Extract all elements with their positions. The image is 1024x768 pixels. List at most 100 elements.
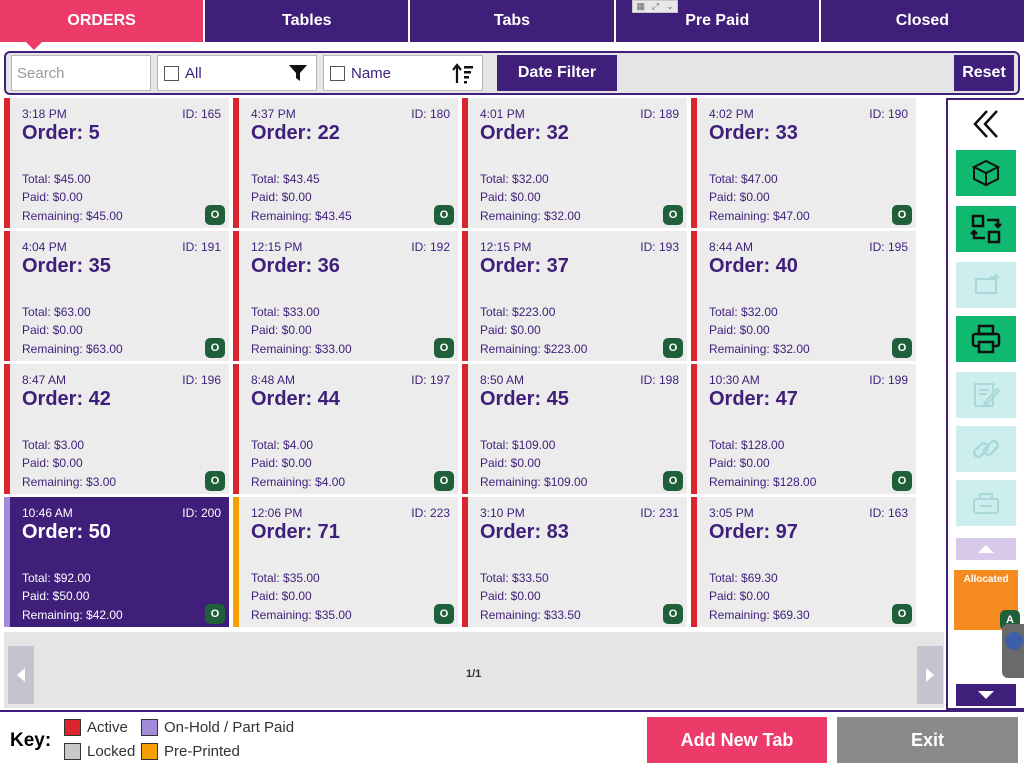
swap-icon: [975, 273, 1000, 294]
collapse-sidebar-button[interactable]: [956, 102, 1016, 146]
order-card[interactable]: 4:04 PM ID: 191 Order: 35 Total: $63.00 Paid…: [4, 231, 229, 361]
order-card[interactable]: 4:01 PM ID: 189 Order: 32 Total: $32.00 Paid…: [462, 98, 687, 228]
scroll-up-button[interactable]: [956, 538, 1016, 560]
window-grip-handle[interactable]: ▦ ⤢ ⌄: [632, 0, 678, 13]
tab-tables[interactable]: Tables: [205, 0, 411, 42]
chevron-right-icon: [926, 668, 934, 682]
order-time: 12:15 PM: [480, 240, 532, 254]
legend-swatch-on-hold: [141, 719, 158, 736]
order-status-badge: O: [434, 471, 454, 491]
order-card[interactable]: 10:46 AM ID: 200 Order: 50 Total: $92.00 Pai…: [4, 497, 229, 627]
order-remaining: Remaining: $33.00: [251, 342, 352, 356]
order-paid: Paid: $0.00: [480, 589, 541, 603]
status-filter-select[interactable]: All: [157, 55, 317, 91]
order-time: 4:01 PM: [480, 107, 525, 121]
print-button[interactable]: [956, 316, 1016, 362]
order-number: Order: 97: [709, 521, 798, 543]
chevron-down-icon: ⌄: [665, 1, 674, 11]
order-number: Order: 83: [480, 521, 569, 543]
order-number: Order: 36: [251, 255, 340, 277]
order-id: ID: 198: [640, 373, 679, 387]
order-grid: 3:18 PM ID: 165 Order: 5 Total: $45.00 Paid:…: [4, 98, 924, 630]
order-id: ID: 180: [411, 107, 450, 121]
order-card[interactable]: 12:06 PM ID: 223 Order: 71 Total: $35.00 Pai…: [233, 497, 458, 627]
order-status-badge: O: [892, 604, 912, 624]
order-paid: Paid: $0.00: [480, 456, 541, 470]
legend-item-pre-printed: Pre-Printed: [141, 743, 240, 760]
order-id: ID: 189: [640, 107, 679, 121]
order-remaining: Remaining: $32.00: [709, 342, 810, 356]
search-input[interactable]: [11, 55, 151, 91]
order-total: Total: $47.00: [709, 172, 778, 186]
order-card[interactable]: 3:18 PM ID: 165 Order: 5 Total: $45.00 Paid:…: [4, 98, 229, 228]
side-drawer-handle[interactable]: [1002, 624, 1024, 678]
swap-tab-button[interactable]: [956, 262, 1016, 308]
exit-button[interactable]: Exit: [837, 717, 1018, 763]
transfer-icon: [970, 214, 1002, 244]
order-card[interactable]: 8:44 AM ID: 195 Order: 40 Total: $32.00 Paid…: [691, 231, 916, 361]
select-all-checkbox[interactable]: [164, 65, 179, 81]
order-time: 12:06 PM: [251, 506, 303, 520]
legend-label: Pre-Printed: [164, 743, 240, 760]
printer-icon: [971, 324, 1001, 354]
order-card[interactable]: 8:50 AM ID: 198 Order: 45 Total: $109.00 Pai…: [462, 364, 687, 494]
order-card[interactable]: 3:10 PM ID: 231 Order: 83 Total: $33.50 Paid…: [462, 497, 687, 627]
sort-label: Name: [351, 64, 392, 82]
order-status-badge: O: [663, 205, 683, 225]
order-status-badge: O: [663, 604, 683, 624]
cash-register-icon: [973, 493, 999, 514]
transfer-button[interactable]: [956, 206, 1016, 252]
order-time: 4:37 PM: [251, 107, 296, 121]
order-paid: Paid: $0.00: [480, 323, 541, 337]
order-status-badge: O: [892, 205, 912, 225]
order-paid: Paid: $0.00: [709, 190, 770, 204]
tab-tabs[interactable]: Tabs: [410, 0, 616, 42]
order-total: Total: $3.00: [22, 438, 85, 452]
tab-orders[interactable]: ORDERS: [0, 0, 206, 50]
add-new-tab-button[interactable]: Add New Tab: [647, 717, 827, 763]
order-card[interactable]: 12:15 PM ID: 192 Order: 36 Total: $33.00 Pai…: [233, 231, 458, 361]
order-remaining: Remaining: $3.00: [22, 475, 117, 489]
order-card[interactable]: 4:37 PM ID: 180 Order: 22 Total: $43.45 Paid…: [233, 98, 458, 228]
open-box-button[interactable]: [956, 150, 1016, 196]
order-card[interactable]: 4:02 PM ID: 190 Order: 33 Total: $47.00 Paid…: [691, 98, 916, 228]
prev-page-button[interactable]: [8, 646, 34, 704]
date-filter-button[interactable]: Date Filter: [497, 55, 617, 91]
order-remaining: Remaining: $47.00: [709, 209, 810, 223]
double-chevron-left-icon: [973, 110, 998, 138]
link-button[interactable]: [956, 426, 1016, 472]
order-number: Order: 22: [251, 122, 340, 144]
order-remaining: Remaining: $4.00: [251, 475, 346, 489]
order-card[interactable]: 3:05 PM ID: 163 Order: 97 Total: $69.30 Paid…: [691, 497, 916, 627]
order-remaining: Remaining: $63.00: [22, 342, 123, 356]
order-card[interactable]: 10:30 AM ID: 199 Order: 47 Total: $128.00 Pa…: [691, 364, 916, 494]
order-id: ID: 163: [869, 506, 908, 520]
sort-checkbox[interactable]: [330, 65, 345, 81]
tab-closed[interactable]: Closed: [820, 0, 1024, 42]
sort-icon: [452, 63, 473, 84]
order-total: Total: $92.00: [22, 571, 91, 585]
order-status-badge: O: [205, 338, 225, 358]
reset-button[interactable]: Reset: [954, 55, 1014, 91]
scroll-down-button[interactable]: [956, 684, 1016, 706]
status-filter-label: All: [185, 64, 202, 82]
order-status-badge: O: [434, 338, 454, 358]
order-paid: Paid: $0.00: [251, 190, 312, 204]
order-id: ID: 192: [411, 240, 450, 254]
order-paid: Paid: $0.00: [251, 456, 312, 470]
cash-button[interactable]: [956, 480, 1016, 526]
next-page-button[interactable]: [917, 646, 943, 704]
order-paid: Paid: $0.00: [22, 323, 83, 337]
top-tab-bar: ORDERS Tables Tabs Pre Paid Closed: [0, 0, 1024, 50]
sort-select[interactable]: Name: [323, 55, 483, 91]
order-card[interactable]: 12:15 PM ID: 193 Order: 37 Total: $223.00 Pa…: [462, 231, 687, 361]
edit-note-button[interactable]: [956, 372, 1016, 418]
order-remaining: Remaining: $223.00: [480, 342, 588, 356]
order-card[interactable]: 8:47 AM ID: 196 Order: 42 Total: $3.00 Paid:…: [4, 364, 229, 494]
order-card[interactable]: 8:48 AM ID: 197 Order: 44 Total: $4.00 Paid:…: [233, 364, 458, 494]
action-sidebar: Allocated A: [946, 98, 1024, 710]
legend-item-on-hold: On-Hold / Part Paid: [141, 719, 294, 736]
order-time: 3:18 PM: [22, 107, 67, 121]
order-paid: Paid: $0.00: [22, 456, 83, 470]
order-total: Total: $33.00: [251, 305, 320, 319]
